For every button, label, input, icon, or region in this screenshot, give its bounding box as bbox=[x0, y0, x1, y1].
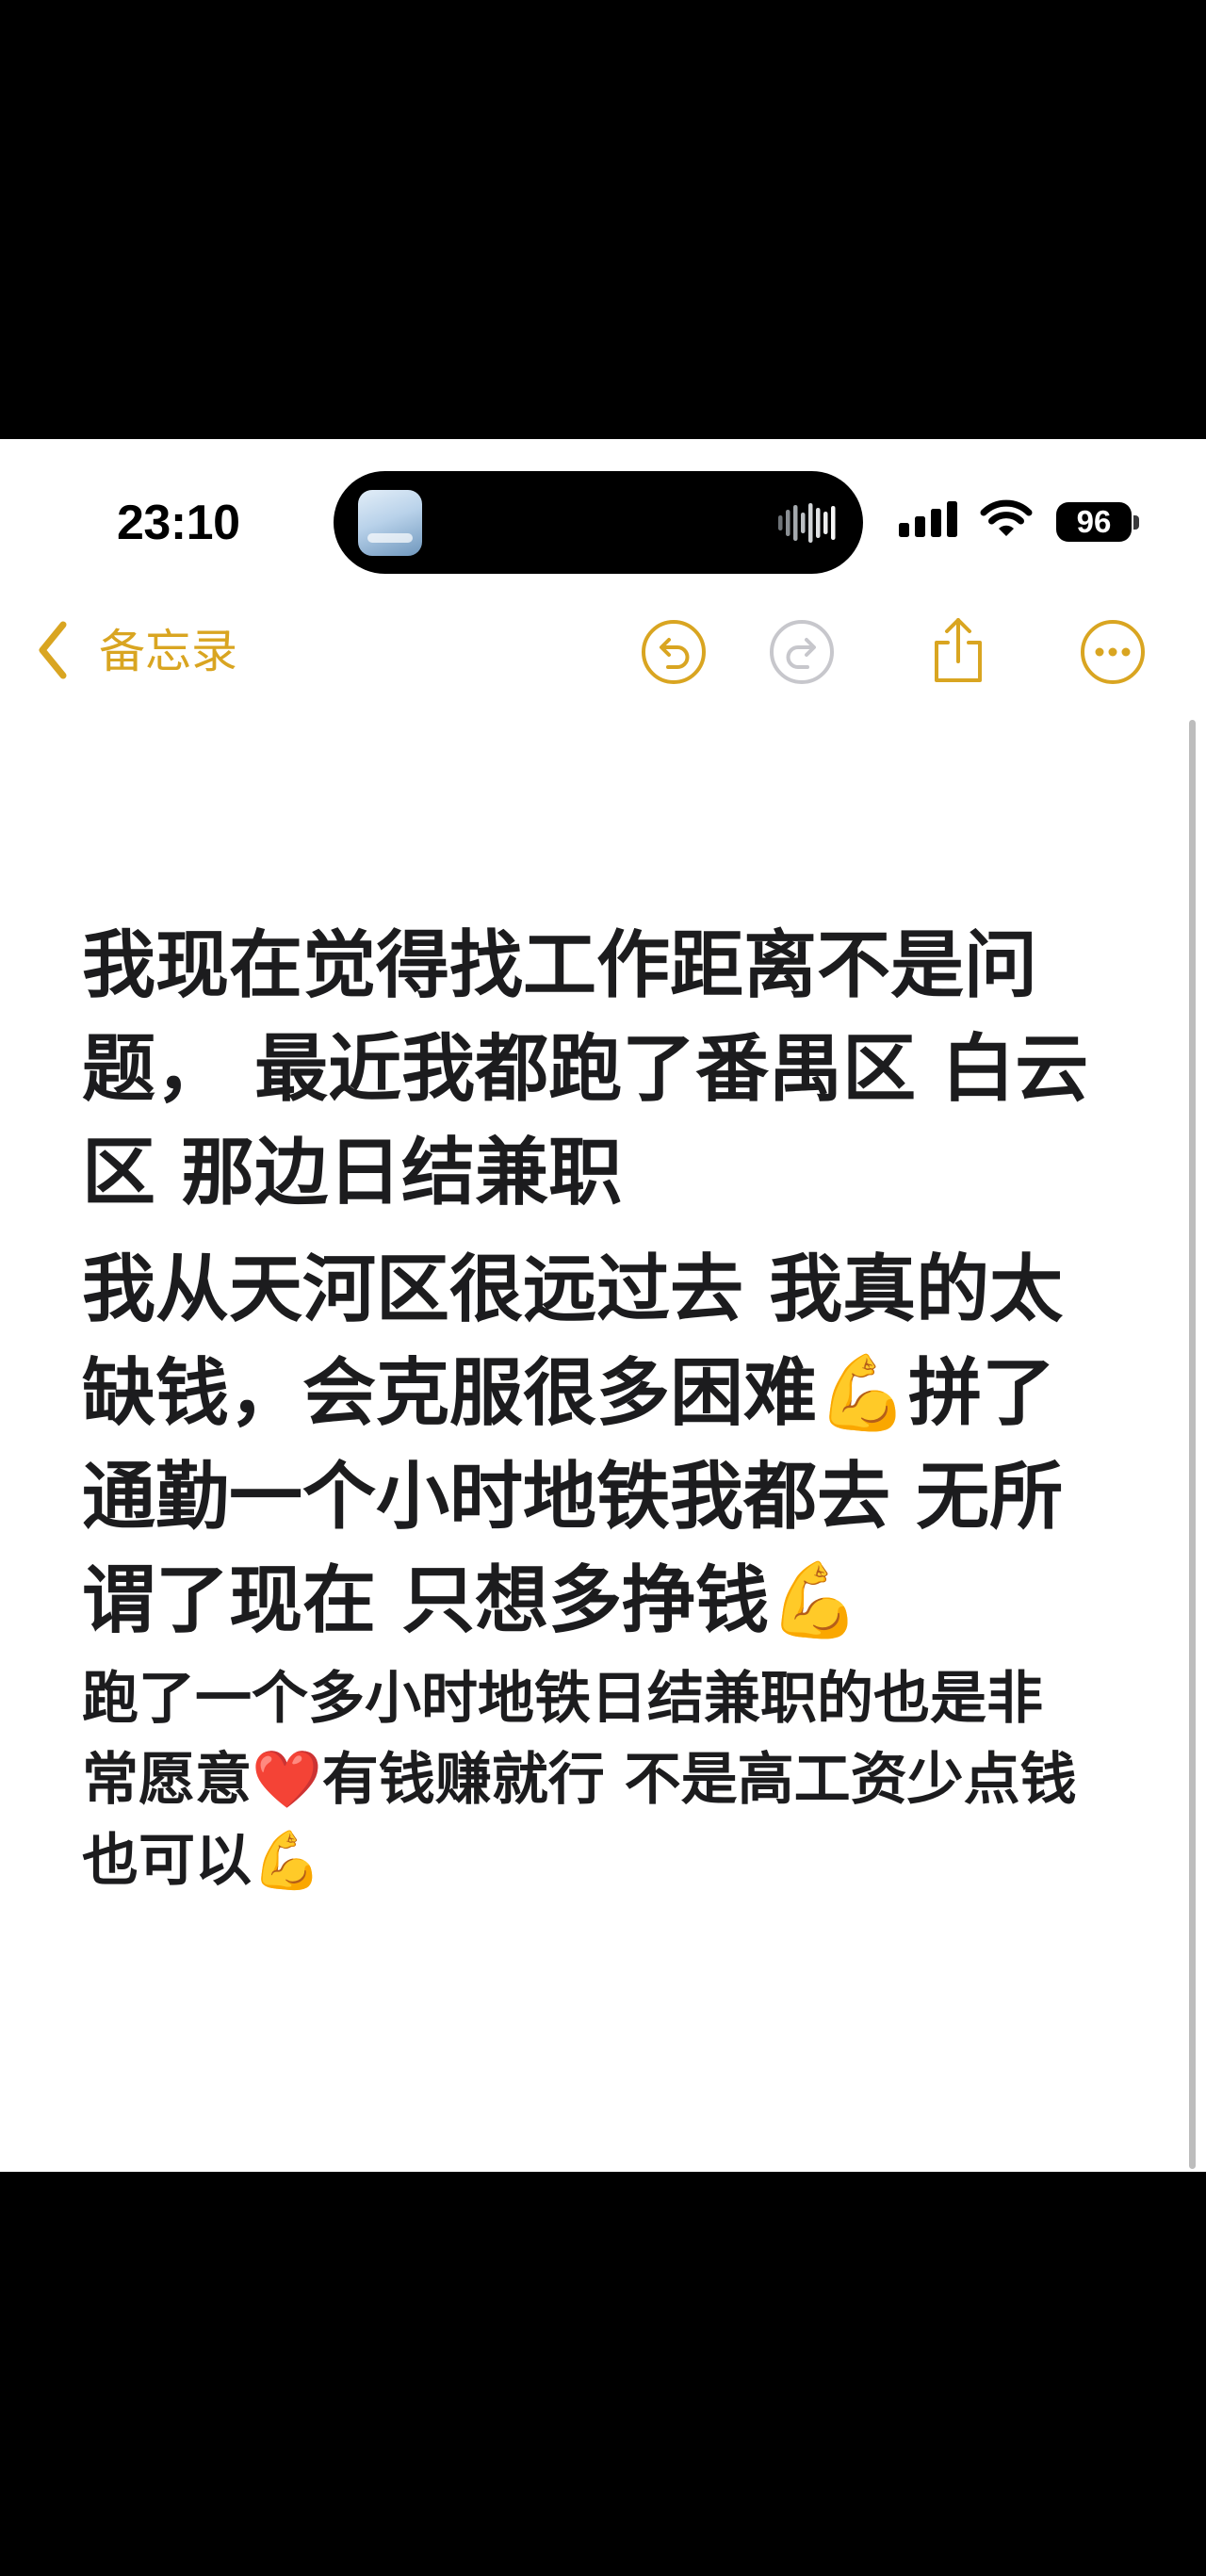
status-time: 23:10 bbox=[117, 496, 240, 550]
album-art bbox=[358, 490, 422, 556]
note-line: 缺钱，会克服很多困难💪拼了 bbox=[82, 1351, 1056, 1436]
note-line: 谓了现在 只想多挣钱💪 bbox=[82, 1558, 861, 1643]
note-line: 常愿意❤️有钱赚就行 不是高工资少点钱 bbox=[82, 1747, 1077, 1813]
back-label: 备忘录 bbox=[99, 625, 238, 678]
note-paragraph: 我从天河区很远过去 我真的太 缺钱，会克服很多困难💪拼了 通勤一个小时地铁我都去… bbox=[82, 1238, 1063, 1653]
note-line: 通勤一个小时地铁我都去 无所 bbox=[82, 1455, 1064, 1540]
signal-icon bbox=[899, 501, 957, 537]
top-black-band bbox=[0, 0, 1206, 439]
more-icon[interactable] bbox=[1079, 618, 1147, 686]
note-paragraph: 我现在觉得找工作距离不是问 题， 最近我都跑了番禺区 白云 区 那边日结兼职 bbox=[82, 914, 1088, 1225]
note-paragraph: 跑了一个多小时地铁日结兼职的也是非 常愿意❤️有钱赚就行 不是高工资少点钱 也可… bbox=[82, 1658, 1077, 1901]
share-icon[interactable] bbox=[927, 614, 989, 684]
undo-icon[interactable] bbox=[640, 618, 708, 686]
bottom-black-band bbox=[0, 2172, 1206, 2576]
wifi-icon bbox=[980, 499, 1033, 536]
note-line: 跑了一个多小时地铁日结兼职的也是非 bbox=[82, 1666, 1043, 1732]
note-body[interactable]: 我现在觉得找工作距离不是问 题， 最近我都跑了番禺区 白云 区 那边日结兼职 我… bbox=[82, 905, 1165, 2129]
battery-icon: 96 bbox=[1056, 502, 1132, 542]
note-line: 题， 最近我都跑了番禺区 白云 bbox=[82, 1027, 1089, 1112]
note-line: 也可以💪 bbox=[82, 1828, 322, 1894]
note-line: 我现在觉得找工作距离不是问 bbox=[82, 923, 1038, 1008]
dynamic-island[interactable] bbox=[334, 471, 863, 574]
note-line: 我从天河区很远过去 我真的太 bbox=[82, 1247, 1064, 1332]
battery-nub bbox=[1133, 515, 1139, 530]
note-line: 区 那边日结兼职 bbox=[82, 1131, 623, 1215]
redo-icon bbox=[770, 620, 834, 684]
audio-waveform-icon bbox=[778, 503, 836, 543]
back-button[interactable]: 备忘录 bbox=[28, 614, 254, 690]
chevron-left-icon bbox=[39, 621, 67, 679]
scroll-indicator[interactable] bbox=[1189, 720, 1196, 2169]
